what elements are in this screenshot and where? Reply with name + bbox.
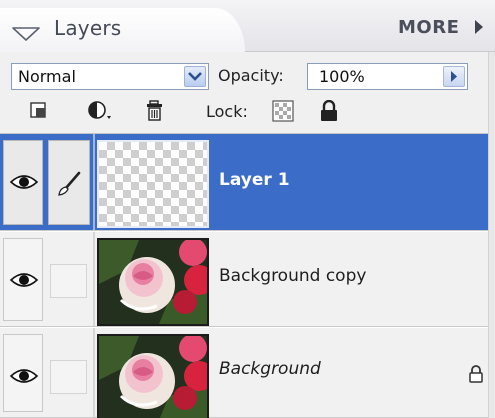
trash-icon[interactable]: [145, 100, 165, 126]
triangle-right-icon[interactable]: [474, 19, 484, 39]
layer-name[interactable]: Background copy: [219, 266, 366, 286]
layer-link-cell[interactable]: [50, 264, 87, 298]
chevron-down-icon[interactable]: [184, 66, 206, 87]
adjustment-layer-icon[interactable]: [86, 100, 114, 126]
visibility-toggle[interactable]: [3, 140, 43, 225]
eye-icon: [9, 173, 39, 195]
lock-icon: [468, 365, 484, 387]
layer-row[interactable]: Background copy: [0, 232, 495, 327]
layer-thumbnail[interactable]: [97, 140, 209, 228]
triangle-down-icon[interactable]: [12, 26, 40, 45]
column-divider: [93, 232, 95, 326]
visibility-toggle[interactable]: [3, 238, 43, 321]
eye-icon: [9, 367, 39, 389]
layer-row[interactable]: Background: [0, 328, 495, 418]
opacity-label: Opacity:: [218, 66, 284, 85]
chevron-right-icon[interactable]: [443, 66, 465, 87]
more-button[interactable]: MORE: [398, 17, 459, 38]
layer-row[interactable]: Layer 1: [0, 134, 495, 231]
layer-link-cell[interactable]: [48, 140, 90, 225]
layer-thumbnail[interactable]: [97, 334, 209, 418]
brush-icon: [57, 171, 81, 201]
eye-icon: [9, 271, 39, 293]
layer-options-bar: Normal Opacity: 100% Lock:: [0, 52, 495, 134]
opacity-field[interactable]: 100%: [307, 63, 468, 90]
panel-title: Layers: [54, 16, 122, 40]
visibility-toggle[interactable]: [3, 334, 43, 412]
scrollbar[interactable]: [488, 52, 495, 418]
opacity-value: 100%: [319, 67, 365, 86]
layer-thumbnail[interactable]: [97, 238, 209, 326]
blend-mode-select[interactable]: Normal: [11, 63, 209, 90]
panel-header: Layers MORE: [0, 0, 495, 52]
lock-label: Lock:: [206, 102, 248, 121]
layer-name[interactable]: Background: [219, 359, 321, 379]
column-divider: [93, 328, 95, 417]
new-layer-icon[interactable]: [29, 100, 49, 124]
column-divider: [93, 134, 95, 230]
padlock-icon[interactable]: [319, 99, 339, 126]
layer-name[interactable]: Layer 1: [219, 170, 290, 190]
blend-mode-value: Normal: [18, 67, 76, 86]
checker-icon[interactable]: [272, 100, 294, 126]
layer-link-cell[interactable]: [50, 360, 87, 394]
